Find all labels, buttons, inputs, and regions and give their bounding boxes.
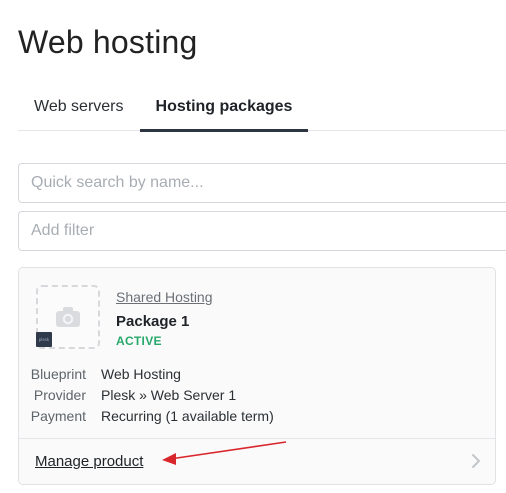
- product-name: Package 1: [116, 313, 190, 330]
- detail-label: Provider: [33, 387, 86, 403]
- tab-web-servers[interactable]: Web servers: [18, 82, 140, 131]
- detail-row-blueprint: Blueprint Web Hosting: [29, 364, 274, 385]
- search-input[interactable]: [31, 164, 506, 202]
- camera-icon: [56, 307, 80, 327]
- product-card: plesk Shared Hosting Package 1 ACTIVE Bl…: [18, 267, 496, 485]
- detail-row-provider: Provider Plesk » Web Server 1: [29, 385, 274, 406]
- tab-bar: Web servers Hosting packages: [18, 82, 506, 132]
- status-badge: ACTIVE: [116, 334, 162, 348]
- detail-value: Plesk » Web Server 1: [101, 387, 237, 403]
- manage-product-link[interactable]: Manage product: [35, 453, 143, 470]
- detail-label: Payment: [30, 408, 86, 424]
- search-field: [18, 163, 506, 203]
- product-category-link[interactable]: Shared Hosting: [116, 289, 213, 305]
- page: Web hosting Web servers Hosting packages…: [0, 0, 506, 493]
- detail-value: Web Hosting: [101, 366, 181, 382]
- product-details: Blueprint Web Hosting Provider Plesk » W…: [29, 364, 274, 427]
- page-title: Web hosting: [18, 24, 198, 60]
- plesk-logo-icon: plesk: [36, 332, 52, 347]
- tab-hosting-packages[interactable]: Hosting packages: [139, 82, 309, 132]
- detail-row-payment: Payment Recurring (1 available term): [29, 406, 274, 427]
- filter-field: [18, 211, 506, 251]
- chevron-right-icon[interactable]: [471, 453, 481, 469]
- detail-value: Recurring (1 available term): [101, 408, 274, 424]
- detail-label: Blueprint: [30, 366, 86, 382]
- card-footer[interactable]: Manage product: [19, 438, 495, 484]
- filter-input[interactable]: [31, 212, 506, 250]
